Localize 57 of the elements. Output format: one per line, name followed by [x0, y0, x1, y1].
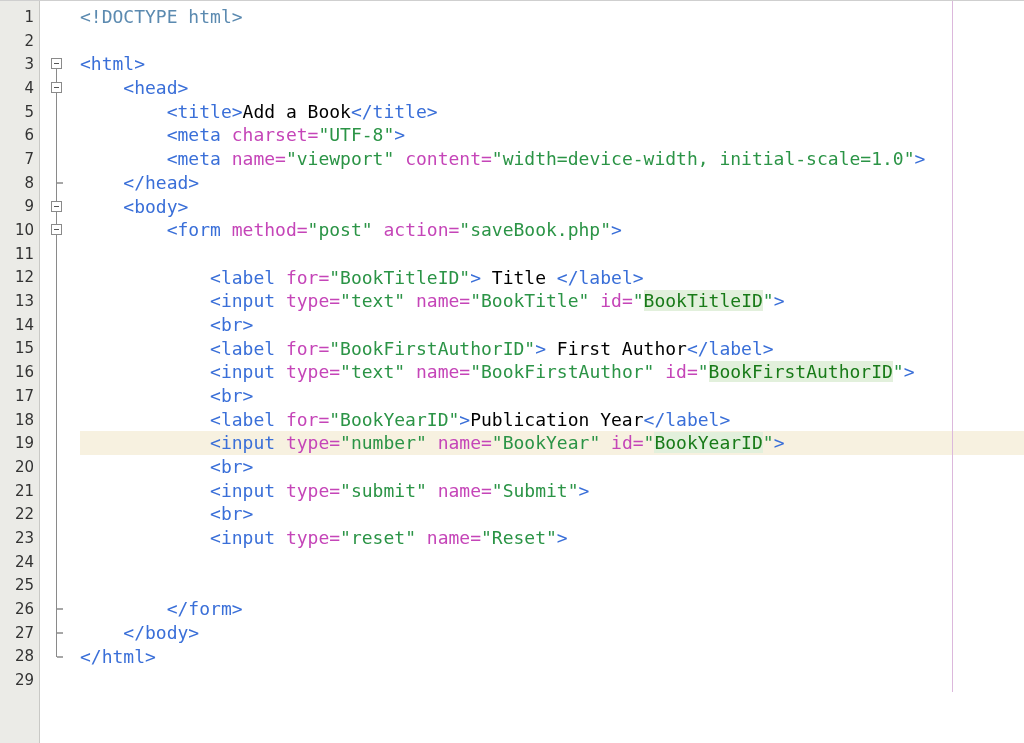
line-number: 25	[14, 576, 34, 595]
code-line: <label for="BookYearID">Publication Year</label>	[209, 408, 731, 430]
line-number: 26	[14, 600, 34, 619]
line-number: 27	[14, 623, 34, 642]
collapse-icon[interactable]	[51, 200, 62, 212]
code-line: <body>	[122, 195, 189, 217]
code-line: <label for="BookTitleID"> Title </label>	[209, 266, 644, 288]
code-line: </body>	[122, 621, 200, 643]
line-number: 24	[14, 552, 34, 571]
code-line: <input type="reset" name="Reset">	[209, 527, 568, 549]
code-line: <meta charset="UTF-8">	[165, 124, 406, 146]
collapse-icon[interactable]	[51, 224, 62, 236]
line-number: 15	[14, 339, 34, 358]
line-number: 12	[14, 268, 34, 287]
code-line: <!DOCTYPE html>	[80, 6, 243, 27]
line-number: 7	[24, 149, 34, 168]
line-number: 2	[24, 31, 34, 50]
line-number: 19	[14, 434, 34, 453]
line-number: 8	[24, 173, 34, 192]
line-number: 4	[24, 78, 34, 97]
line-number: 3	[24, 55, 34, 74]
line-number: 11	[14, 244, 34, 263]
code-line: <input type="number" name="BookYear" id="BookYearID">	[209, 432, 785, 454]
code-line: <label for="BookFirstAuthorID"> First Author</label>	[209, 337, 774, 359]
line-number: 10	[14, 221, 34, 240]
line-number: 14	[14, 315, 34, 334]
collapse-icon[interactable]	[51, 58, 62, 70]
line-number: 6	[24, 126, 34, 145]
line-number: 5	[24, 102, 34, 121]
code-line: <meta name="viewport" content="width=device-width, initial-scale=1.0">	[165, 148, 926, 170]
line-number: 20	[14, 457, 34, 476]
collapse-icon[interactable]	[51, 82, 62, 94]
code-line: <input type="text" name="BookFirstAuthor" id="BookFirstAuthorID">	[209, 361, 915, 383]
line-number: 29	[14, 671, 34, 690]
line-number: 16	[14, 363, 34, 382]
code-line: <form method="post" action="saveBook.php">	[165, 219, 622, 241]
code-line: </head>	[122, 171, 200, 193]
code-line: </form>	[165, 598, 243, 620]
code-line: <title>Add a Book</title>	[165, 100, 438, 122]
line-number: 17	[14, 386, 34, 405]
code-line: <br>	[209, 503, 254, 525]
line-number: 13	[14, 292, 34, 311]
line-number: 18	[14, 410, 34, 429]
line-number: 1	[24, 7, 34, 26]
code-line: <head>	[122, 77, 189, 99]
code-line: <br>	[209, 313, 254, 335]
line-number: 28	[14, 647, 34, 666]
code-line: <html>	[80, 53, 146, 75]
line-number: 21	[14, 481, 34, 500]
code-line: <br>	[209, 456, 254, 478]
code-line: <br>	[209, 385, 254, 406]
line-number: 23	[14, 528, 34, 547]
code-line: <input type="text" name="BookTitle" id="BookTitleID">	[209, 290, 785, 312]
code-line: <input type="submit" name="Submit">	[209, 479, 590, 501]
code-line: </html>	[80, 645, 156, 667]
line-number: 9	[24, 197, 34, 216]
line-number: 22	[14, 505, 34, 524]
